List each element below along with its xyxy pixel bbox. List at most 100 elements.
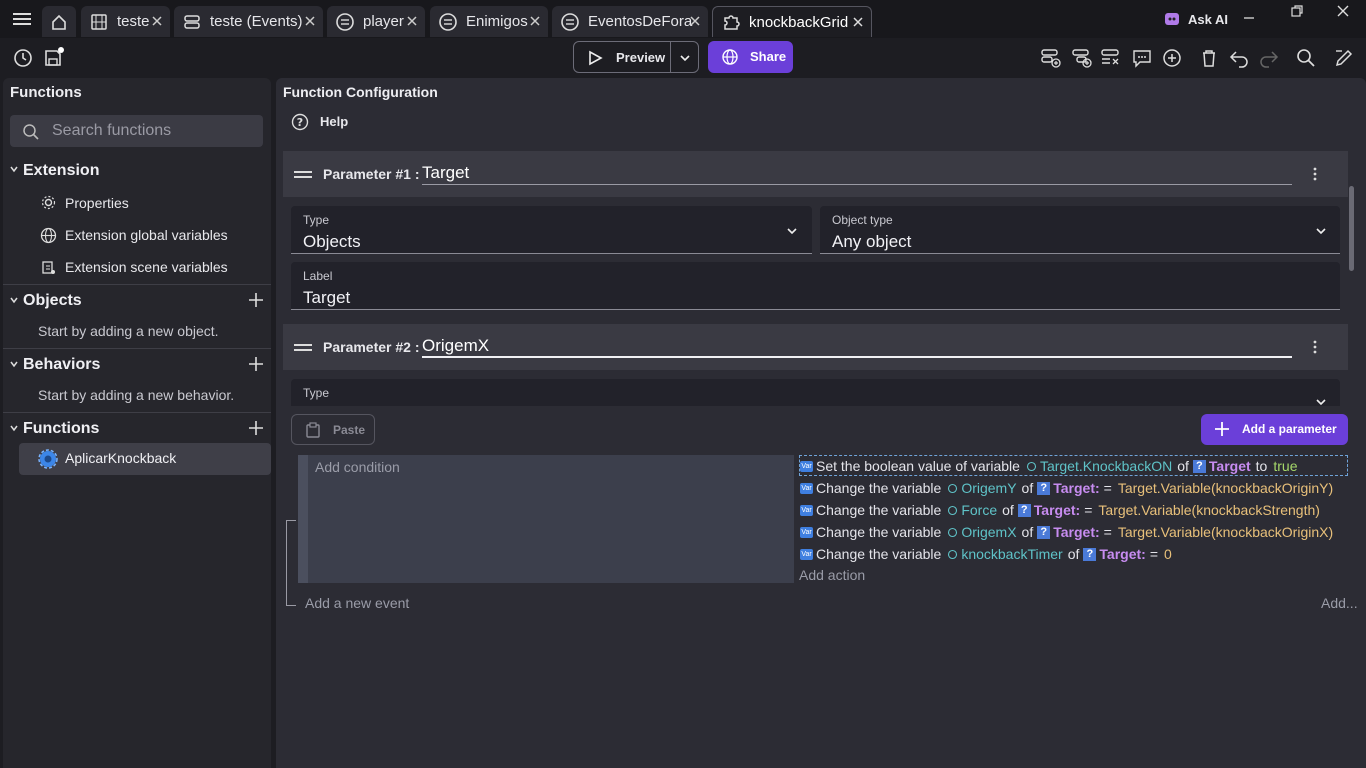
item-properties[interactable]: Properties (65, 195, 129, 211)
item-global-variables[interactable]: Extension global variables (65, 227, 228, 243)
section-extension[interactable]: Extension (23, 162, 99, 180)
functions-panel: Functions Search functions Extension Pro… (3, 78, 271, 768)
add-more-link[interactable]: Add... (1321, 595, 1358, 611)
chevron-down-icon (1314, 395, 1328, 406)
action-object: Target: (1099, 546, 1146, 562)
add-circle-icon[interactable] (1161, 47, 1183, 69)
minimize-icon[interactable] (1242, 10, 1256, 24)
close-icon[interactable] (303, 14, 317, 28)
add-group-icon[interactable] (1100, 47, 1122, 69)
type-select-2[interactable]: Type (291, 379, 1340, 406)
close-icon[interactable] (150, 14, 164, 28)
close-icon[interactable] (688, 14, 702, 28)
close-icon[interactable] (851, 15, 865, 29)
preview-label: Preview (616, 50, 666, 65)
add-action-link[interactable]: Add action (799, 567, 865, 583)
comment-icon[interactable] (1131, 47, 1153, 69)
home-tab[interactable] (42, 6, 76, 37)
more-vert-icon[interactable] (1313, 340, 1317, 354)
window-close-icon[interactable] (1336, 4, 1350, 18)
chevron-down-icon[interactable] (9, 295, 19, 305)
more-vert-icon[interactable] (1313, 167, 1317, 181)
parameter-name-input[interactable]: Target (422, 159, 1292, 185)
history-icon[interactable] (12, 47, 34, 69)
trash-icon[interactable] (1198, 47, 1220, 69)
play-icon (587, 50, 603, 66)
add-event-icon[interactable] (1040, 47, 1062, 69)
action-row[interactable]: Var Set the boolean value of variable Ta… (800, 456, 1297, 476)
search-icon[interactable] (1295, 47, 1317, 69)
function-name: AplicarKnockback (65, 450, 177, 466)
action-row[interactable]: Var Change the variable Force of ? Targe… (800, 500, 1320, 520)
action-row[interactable]: Var Change the variable knockbackTimer o… (800, 544, 1172, 564)
tab-eventosdefora[interactable]: EventosDeFora (552, 6, 708, 37)
drag-handle-icon[interactable] (294, 171, 312, 179)
search-input[interactable]: Search functions (10, 115, 263, 147)
chevron-down-icon[interactable] (9, 423, 19, 433)
drag-handle-icon[interactable] (294, 344, 312, 352)
action-text: Change the variable (816, 546, 942, 562)
panel-title: Functions (10, 84, 82, 101)
tab-teste[interactable]: teste (81, 6, 170, 37)
variable-icon (947, 505, 958, 516)
restore-icon[interactable] (1290, 4, 1304, 18)
tab-player[interactable]: player (327, 6, 425, 37)
redo-icon[interactable] (1258, 47, 1280, 69)
action-operator: = (1103, 524, 1112, 540)
variable-icon: Var (800, 548, 813, 560)
add-behavior-icon[interactable] (249, 357, 263, 371)
share-label: Share (750, 49, 787, 64)
item-scene-variables[interactable]: Extension scene variables (65, 259, 228, 275)
svg-text:?: ? (297, 116, 303, 129)
section-behaviors[interactable]: Behaviors (23, 356, 100, 374)
share-button[interactable]: Share (708, 41, 793, 73)
divider (3, 412, 271, 413)
chevron-down-icon[interactable] (9, 359, 19, 369)
label-input[interactable]: Label Target (291, 262, 1340, 310)
object-badge-icon: ? (1083, 547, 1097, 561)
help-icon[interactable]: ? (291, 113, 309, 131)
section-functions[interactable]: Functions (23, 420, 99, 438)
gear-icon (41, 195, 56, 210)
add-function-icon[interactable] (249, 421, 263, 435)
action-object: Target (1208, 458, 1251, 474)
conditions-column[interactable]: Add condition (298, 455, 794, 583)
add-object-icon[interactable] (249, 293, 263, 307)
tab-enimigos[interactable]: Enimigos (430, 6, 548, 37)
add-subevent-icon[interactable] (1071, 47, 1093, 69)
menu-icon[interactable] (12, 11, 32, 27)
add-condition-link[interactable]: Add condition (315, 459, 400, 475)
edit-icon[interactable] (1333, 47, 1355, 69)
parameter-label: Parameter #1 : (323, 166, 420, 182)
paste-button[interactable]: Paste (291, 414, 375, 445)
save-icon[interactable] (42, 47, 64, 69)
action-variable: Force (961, 502, 998, 518)
tab-label: knockbackGrid (749, 13, 849, 31)
section-objects[interactable]: Objects (23, 292, 82, 310)
chevron-down-icon[interactable] (678, 51, 692, 65)
chevron-down-icon[interactable] (9, 164, 19, 174)
undo-icon[interactable] (1228, 47, 1250, 69)
preview-button[interactable]: Preview (573, 41, 699, 73)
action-row[interactable]: Var Change the variable OrigemX of ? Tar… (800, 522, 1333, 542)
action-text: Change the variable (816, 480, 942, 496)
object-type-select[interactable]: Object type Any object (820, 206, 1340, 254)
type-select[interactable]: Type Objects (291, 206, 812, 254)
add-parameter-button[interactable]: Add a parameter (1201, 414, 1348, 445)
scrollbar-thumb[interactable] (1349, 186, 1354, 271)
action-text: of (1002, 502, 1014, 518)
object-badge-icon: ? (1037, 525, 1051, 539)
action-row[interactable]: Var Change the variable OrigemY of ? Tar… (800, 478, 1333, 498)
object-icon (335, 12, 355, 32)
ask-ai-button[interactable]: Ask AI (1164, 10, 1228, 28)
tab-knockbackgrid[interactable]: knockbackGrid (712, 6, 872, 37)
tab-teste-events[interactable]: teste (Events) (174, 6, 323, 37)
function-item-aplicarknockback[interactable]: AplicarKnockback (19, 443, 271, 475)
action-value: Target.Variable(knockbackOriginX) (1117, 524, 1334, 540)
help-link[interactable]: Help (320, 114, 348, 129)
add-event-link[interactable]: Add a new event (305, 595, 409, 611)
close-icon[interactable] (528, 14, 542, 28)
parameter-name-input[interactable]: OrigemX (422, 332, 1292, 358)
close-icon[interactable] (405, 14, 419, 28)
parameter-name-value: Target (422, 163, 470, 182)
